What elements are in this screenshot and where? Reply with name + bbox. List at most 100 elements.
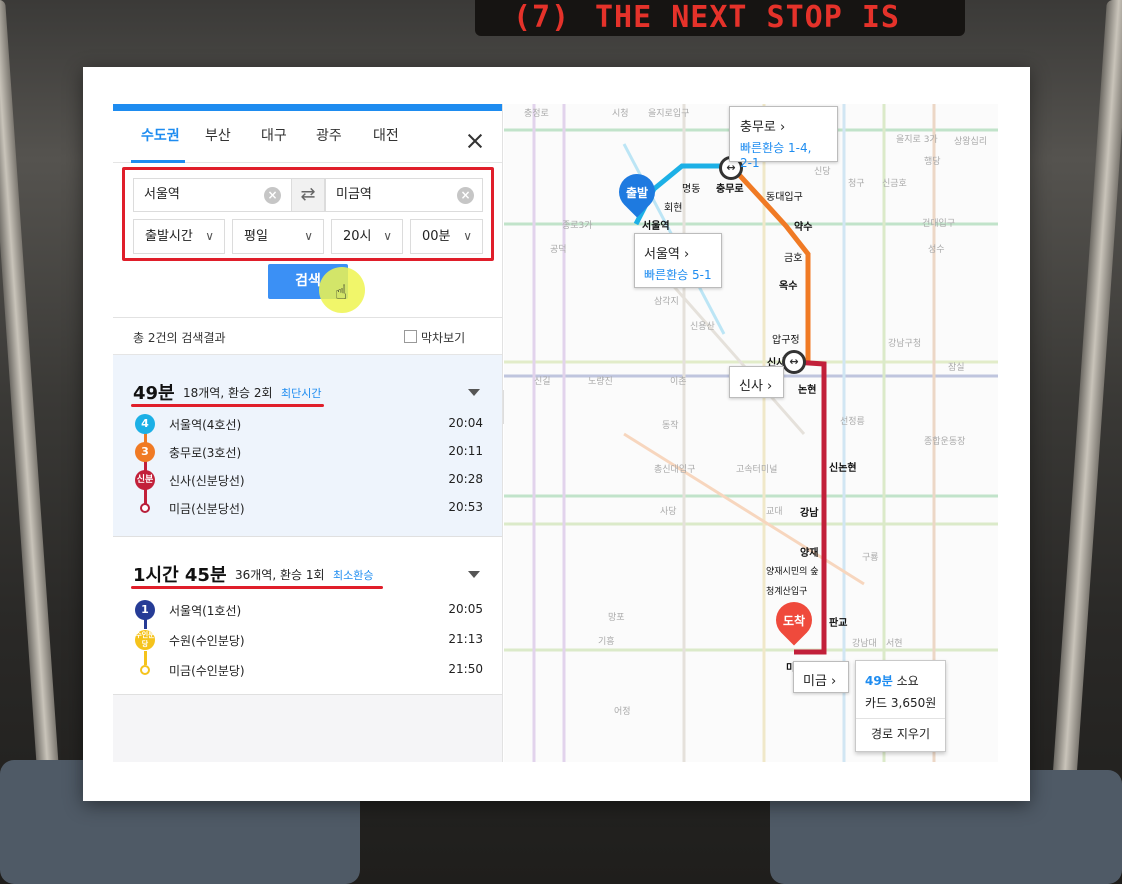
search-form: 서울역 × ⇄ 미금역 × 출발시간 ∨ 평일 ∨ 20시 ∨ 00분 ∨ 검색 ☝ <box>113 163 502 318</box>
map-station-label: 행당 <box>924 157 941 167</box>
map-station-label: 시청 <box>612 109 629 119</box>
time-type-value: 출발시간 <box>145 229 193 244</box>
chevron-down-icon: ∨ <box>463 229 472 243</box>
station-label: 판교 <box>829 618 848 629</box>
map-station-label: 노량진 <box>588 377 613 387</box>
chungmuro-callout[interactable]: 충무로 › 빠른환승 1-4, 2-1 <box>729 106 838 170</box>
map-station-label: 건대입구 <box>922 219 956 229</box>
minute-select[interactable]: 00분 ∨ <box>410 219 483 254</box>
last-train-label[interactable]: 막차보기 <box>421 329 465 346</box>
hour-value: 20시 <box>343 229 372 244</box>
route-stop: 수인분당 수원(수인분당) 21:13 <box>133 629 483 651</box>
day-type-value: 평일 <box>244 229 268 244</box>
divider <box>856 718 945 719</box>
hand-cursor-icon: ☝ <box>335 280 348 304</box>
clear-to-icon[interactable]: × <box>457 187 474 204</box>
line-1-icon: 1 <box>135 600 155 620</box>
stop-time: 20:04 <box>448 416 483 430</box>
map-station-label: 사당 <box>660 507 677 517</box>
map-station-label: 신용산 <box>690 322 715 332</box>
map-station-label: 망포 <box>608 613 625 623</box>
route-stop: 미금(신분당선) 20:53 <box>133 497 483 519</box>
map-station-label: 어정 <box>614 707 631 717</box>
panel-top-bar <box>113 104 502 111</box>
station-label: 옥수 <box>779 281 798 292</box>
callout-title: 충무로 › <box>740 120 786 135</box>
station-label: 금호 <box>784 253 803 264</box>
station-label: 동대입구 <box>766 192 803 203</box>
map-station-label: 신금호 <box>882 179 907 189</box>
route-result-1[interactable]: 49분 18개역, 환승 2회 최단시간 4 서울역(4호선) 20:04 3 … <box>113 355 502 537</box>
stop-name: 신사(신분당선) <box>169 474 245 488</box>
expand-triangle-icon[interactable] <box>468 389 480 396</box>
region-tabs: 수도권 부산 대구 광주 대전 <box>113 111 502 163</box>
clear-route-button[interactable]: 경로 지우기 <box>856 725 945 742</box>
tab-sudogwon[interactable]: 수도권 <box>141 125 180 145</box>
duration-suffix: 소요 <box>892 674 919 688</box>
tab-busan[interactable]: 부산 <box>205 125 231 145</box>
fare-text: 카드 3,650원 <box>865 696 937 710</box>
station-label: 강남 <box>800 508 819 519</box>
stop-time: 20:28 <box>448 472 483 486</box>
stop-time: 21:50 <box>448 662 483 676</box>
callout-title: 미금 › <box>803 674 837 689</box>
time-type-select[interactable]: 출발시간 ∨ <box>133 219 225 254</box>
close-icon[interactable] <box>467 133 483 149</box>
destination-dot-icon <box>140 665 150 675</box>
callout-station: 충무로 <box>740 120 776 135</box>
map-station-label: 구룡 <box>862 553 879 563</box>
map-station-label: 신길 <box>534 377 551 387</box>
station-label: 회현 <box>664 203 683 214</box>
migeum-callout[interactable]: 미금 › <box>793 661 849 693</box>
sinsa-callout[interactable]: 신사 › <box>729 366 784 398</box>
expand-triangle-icon[interactable] <box>468 571 480 578</box>
day-type-select[interactable]: 평일 ∨ <box>232 219 324 254</box>
destination-dot-icon <box>140 503 150 513</box>
duration-minutes: 49분 <box>865 674 893 688</box>
last-train-checkbox[interactable] <box>404 330 417 343</box>
to-station-value: 미금역 <box>336 187 372 202</box>
start-pin-label: 출발 <box>625 186 649 200</box>
tab-gwangju[interactable]: 광주 <box>316 125 342 145</box>
swap-stations-button[interactable]: ⇄ <box>291 178 325 212</box>
route-result-2[interactable]: 1시간 45분 36개역, 환승 1회 최소환승 1 서울역(1호선) 20:0… <box>113 537 502 695</box>
tab-daejeon[interactable]: 대전 <box>373 125 399 145</box>
map-station-label: 이촌 <box>670 377 687 387</box>
callout-station: 미금 <box>803 674 827 689</box>
station-label: 충무로 <box>716 184 744 195</box>
seoul-callout[interactable]: 서울역 › 빠른환승 5-1 <box>634 233 722 288</box>
stop-time: 21:13 <box>448 632 483 646</box>
map-station-label: 강남구청 <box>888 339 922 349</box>
callout-title: 신사 › <box>739 379 773 394</box>
stop-time: 20:05 <box>448 602 483 616</box>
callout-station: 신사 <box>739 379 763 394</box>
swap-arrows-icon: ⇄ <box>300 184 316 205</box>
clear-from-icon[interactable]: × <box>264 187 281 204</box>
route-stop: 1 서울역(1호선) 20:05 <box>133 599 483 621</box>
map-station-label: 강남대 <box>852 639 877 649</box>
route-stop: 4 서울역(4호선) 20:04 <box>133 413 483 435</box>
duration-line: 49분 소요 <box>865 672 919 689</box>
chevron-down-icon: ∨ <box>205 229 214 243</box>
stop-name: 미금(신분당선) <box>169 502 245 516</box>
red-underline <box>131 404 324 407</box>
line-3-icon: 3 <box>135 442 155 462</box>
callout-title: 서울역 › <box>644 247 690 262</box>
map-station-label: 동작 <box>662 421 679 431</box>
route-search-panel: 수도권 부산 대구 광주 대전 서울역 × ⇄ 미금역 × 출발시간 ∨ 평일 ∨ … <box>113 104 503 762</box>
map-station-label: 종로3가 <box>562 221 593 231</box>
map-station-label: 청구 <box>848 179 865 189</box>
map-station-label: 종합운동장 <box>924 437 966 447</box>
stop-name: 서울역(1호선) <box>169 604 242 618</box>
transfer-icon: ↔ <box>782 350 806 374</box>
route-stop: 신분 신사(신분당선) 20:28 <box>133 469 483 491</box>
callout-transfer-info: 빠른환승 5-1 <box>644 268 712 282</box>
tab-daegu[interactable]: 대구 <box>261 125 287 145</box>
station-label: 논현 <box>798 385 817 396</box>
hour-select[interactable]: 20시 ∨ <box>331 219 403 254</box>
minute-value: 00분 <box>422 229 451 244</box>
handrail-pole-right <box>1045 0 1122 884</box>
station-label: 서울역 <box>642 221 670 232</box>
panel-empty-area <box>113 695 502 762</box>
led-sign-text: THE NEXT STOP IS <box>595 0 900 35</box>
